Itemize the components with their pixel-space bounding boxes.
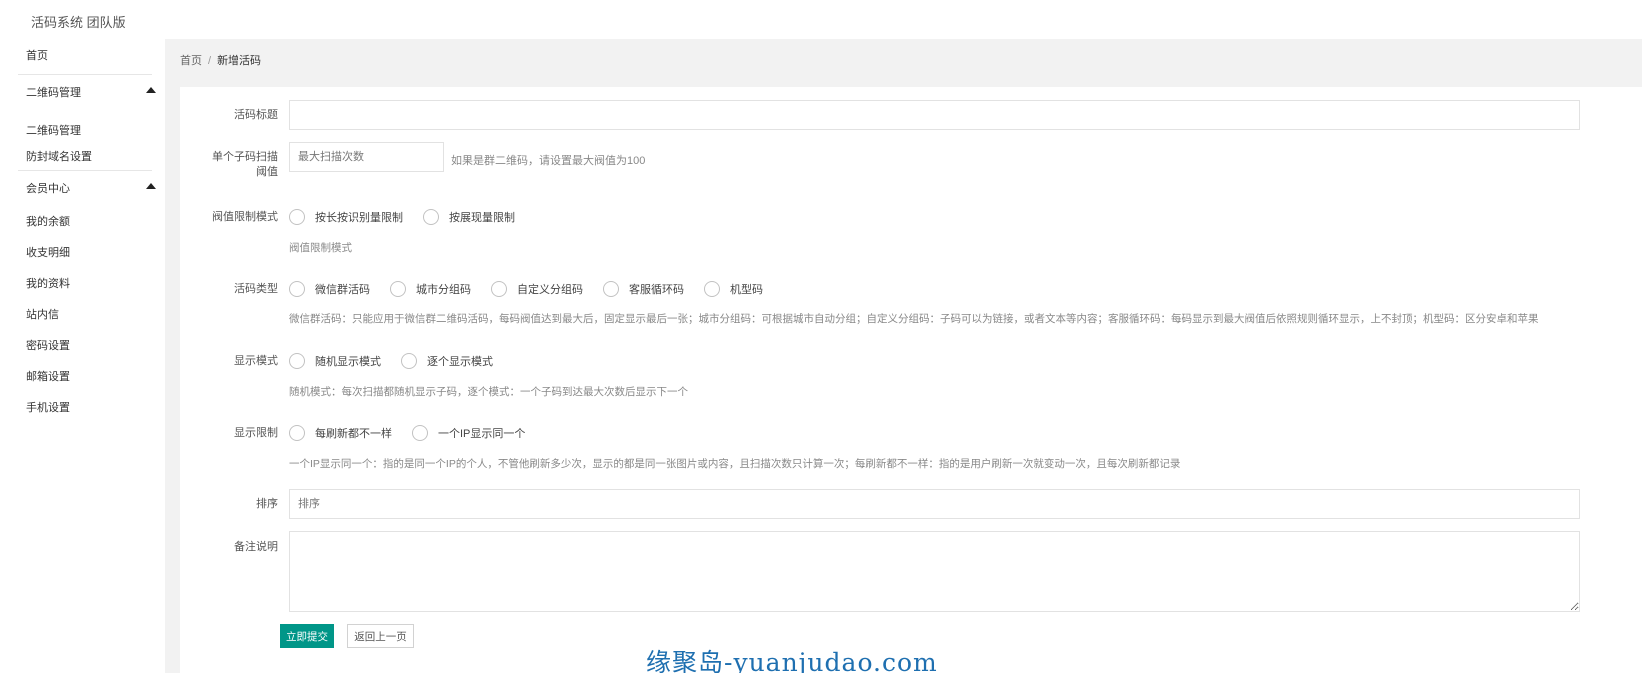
- sidebar-item-password[interactable]: 密码设置: [26, 337, 70, 353]
- code-type-radio-group: 微信群活码 城市分组码 自定义分组码 客服循环码 机型码: [289, 279, 783, 299]
- radio-refresh-different[interactable]: 每刷新都不一样: [289, 425, 392, 441]
- radio-circle-icon: [401, 353, 417, 369]
- radio-city-group[interactable]: 城市分组码: [390, 281, 471, 297]
- back-button[interactable]: 返回上一页: [347, 624, 414, 648]
- display-limit-hint: 一个IP显示同一个：指的是同一个IP的个人，不管他刷新多少次，显示的都是同一张图…: [289, 458, 1181, 470]
- sidebar-group-member[interactable]: 会员中心: [26, 180, 156, 196]
- radio-ip-same[interactable]: 一个IP显示同一个: [412, 425, 525, 441]
- sidebar-item-phone[interactable]: 手机设置: [26, 399, 70, 415]
- sidebar-item-anti-block-domain[interactable]: 防封域名设置: [26, 148, 92, 164]
- sort-label: 排序: [256, 498, 278, 510]
- radio-label: 自定义分组码: [517, 284, 583, 296]
- radio-circle-icon: [289, 353, 305, 369]
- radio-label: 机型码: [730, 284, 763, 296]
- breadcrumb-current: 新增活码: [217, 55, 262, 67]
- radio-label: 一个IP显示同一个: [438, 428, 526, 440]
- radio-limit-long-press[interactable]: 按长按识别量限制: [289, 209, 403, 225]
- radio-sequential-display[interactable]: 逐个显示模式: [401, 353, 493, 369]
- display-mode-hint: 随机模式：每次扫描都随机显示子码，逐个模式：一个子码到达最大次数后显示下一个: [289, 386, 688, 398]
- caret-up-icon: [146, 183, 156, 189]
- remark-textarea[interactable]: [289, 531, 1580, 612]
- sidebar-item-transactions[interactable]: 收支明细: [26, 244, 70, 260]
- submit-button[interactable]: 立即提交: [280, 624, 334, 648]
- radio-circle-icon: [289, 281, 305, 297]
- radio-label: 按展现量限制: [449, 212, 515, 224]
- display-mode-radio-group: 随机显示模式 逐个显示模式: [289, 351, 513, 371]
- limit-mode-radio-group: 按长按识别量限制 按展现量限制: [289, 207, 535, 227]
- app-title: 活码系统 团队版: [31, 15, 126, 30]
- radio-wechat-group[interactable]: 微信群活码: [289, 281, 370, 297]
- radio-random-display[interactable]: 随机显示模式: [289, 353, 381, 369]
- sidebar-item-profile[interactable]: 我的资料: [26, 275, 70, 291]
- radio-label: 微信群活码: [315, 284, 370, 296]
- sidebar-group-qrcode[interactable]: 二维码管理: [26, 84, 156, 100]
- radio-label: 逐个显示模式: [427, 356, 493, 368]
- radio-label: 客服循环码: [629, 284, 684, 296]
- display-limit-label: 显示限制: [234, 427, 278, 439]
- sidebar-item-qrcode-manage[interactable]: 二维码管理: [26, 122, 81, 138]
- radio-label: 按长按识别量限制: [315, 212, 403, 224]
- radio-circle-icon: [289, 209, 305, 225]
- sidebar-item-email[interactable]: 邮箱设置: [26, 368, 70, 384]
- threshold-aux-text: 如果是群二维码，请设置最大阀值为100: [451, 155, 646, 167]
- limit-mode-label: 阀值限制模式: [212, 211, 278, 223]
- threshold-label-line1: 单个子码扫描: [212, 151, 278, 163]
- caret-up-icon: [146, 87, 156, 93]
- radio-label: 城市分组码: [416, 284, 471, 296]
- radio-circle-icon: [423, 209, 439, 225]
- radio-circle-icon: [412, 425, 428, 441]
- breadcrumb-home[interactable]: 首页: [180, 55, 202, 67]
- breadcrumb: 首页 / 新增活码: [180, 52, 261, 68]
- sidebar-item-messages[interactable]: 站内信: [26, 306, 59, 322]
- display-mode-label: 显示模式: [234, 355, 278, 367]
- breadcrumb-separator: /: [208, 55, 212, 67]
- sidebar-divider: [18, 170, 152, 171]
- radio-circle-icon: [603, 281, 619, 297]
- code-type-label: 活码类型: [234, 283, 278, 295]
- sidebar-item-home[interactable]: 首页: [26, 47, 48, 63]
- radio-circle-icon: [289, 425, 305, 441]
- sidebar-group-label: 二维码管理: [26, 87, 81, 99]
- limit-mode-hint: 阀值限制模式: [289, 242, 352, 254]
- radio-circle-icon: [704, 281, 720, 297]
- radio-label: 随机显示模式: [315, 356, 381, 368]
- sidebar-group-label: 会员中心: [26, 183, 70, 195]
- threshold-input[interactable]: [289, 142, 444, 172]
- radio-custom-group[interactable]: 自定义分组码: [491, 281, 583, 297]
- sidebar-item-balance[interactable]: 我的余额: [26, 213, 70, 229]
- radio-circle-icon: [491, 281, 507, 297]
- radio-device-type[interactable]: 机型码: [704, 281, 763, 297]
- radio-service-loop[interactable]: 客服循环码: [603, 281, 684, 297]
- sidebar-divider: [18, 74, 152, 75]
- radio-label: 每刷新都不一样: [315, 428, 392, 440]
- watermark-text: 缘聚岛-yuanjudao.com: [646, 648, 938, 673]
- radio-limit-impressions[interactable]: 按展现量限制: [423, 209, 515, 225]
- radio-circle-icon: [390, 281, 406, 297]
- code-type-hint: 微信群活码：只能应用于微信群二维码活码，每码阀值达到最大后，固定显示最后一张；城…: [289, 313, 1539, 325]
- display-limit-radio-group: 每刷新都不一样 一个IP显示同一个: [289, 423, 545, 443]
- sidebar: 首页 二维码管理 二维码管理 防封域名设置 会员中心 我的余额 收支明细 我的资…: [0, 39, 165, 673]
- title-label: 活码标题: [234, 109, 278, 121]
- threshold-label-line2: 阈值: [256, 166, 278, 178]
- threshold-label: 单个子码扫描 阈值: [178, 150, 278, 180]
- title-input[interactable]: [289, 100, 1580, 130]
- remark-label: 备注说明: [234, 541, 278, 553]
- sort-input[interactable]: [289, 489, 1580, 519]
